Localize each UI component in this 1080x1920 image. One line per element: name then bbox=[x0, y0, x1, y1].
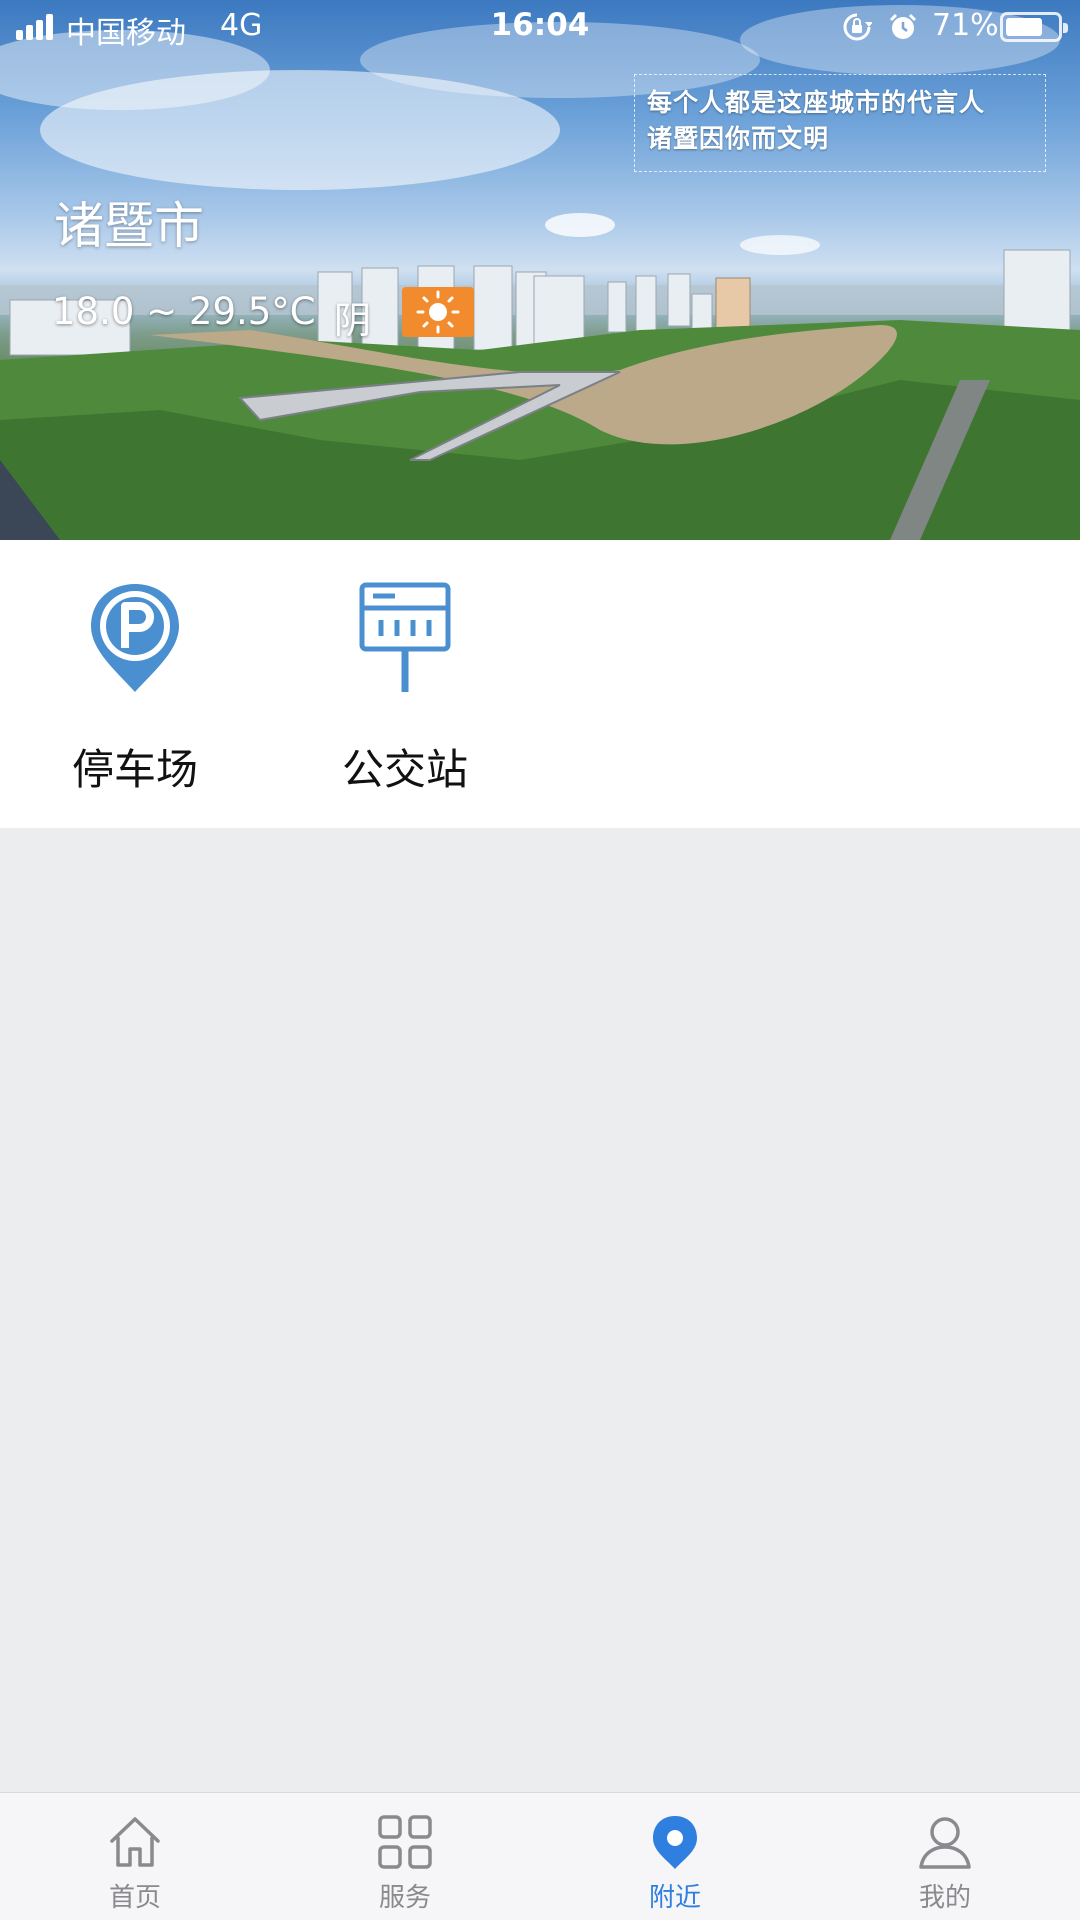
temperature-range: 18.0 ~ 29.5°C bbox=[52, 290, 316, 333]
service-bus-stop[interactable]: 公交站 bbox=[270, 540, 540, 828]
status-bar: 中国移动 4G 16:04 71% bbox=[0, 0, 1080, 54]
service-label: 公交站 bbox=[341, 745, 468, 794]
clock: 16:04 bbox=[490, 7, 590, 43]
grid-icon bbox=[378, 1815, 432, 1869]
alarm-icon bbox=[889, 13, 917, 39]
location-pin-icon bbox=[653, 1816, 697, 1869]
battery-icon bbox=[1000, 12, 1068, 42]
tab-services[interactable]: 服务 bbox=[270, 1793, 540, 1920]
service-label: 停车场 bbox=[71, 745, 198, 794]
battery-percent: 71% bbox=[932, 8, 999, 43]
city-name[interactable]: 诸暨市 bbox=[54, 186, 204, 258]
home-icon bbox=[110, 1817, 160, 1867]
nearby-services-panel: 停车场 公交站 bbox=[0, 540, 1080, 828]
bottom-tab-bar: 首页 服务 附近 我的 bbox=[0, 1792, 1080, 1920]
rotation-lock-icon bbox=[843, 13, 872, 41]
sun-icon bbox=[402, 287, 474, 337]
hero-banner: 中国移动 4G 16:04 71% 每个人都是这座城市的代言人 诸暨因你而文明 … bbox=[0, 0, 1080, 540]
battery-fill bbox=[1006, 18, 1042, 36]
tab-label: 我的 bbox=[918, 1883, 971, 1913]
parking-pin-icon bbox=[91, 584, 179, 692]
user-icon bbox=[919, 1817, 971, 1869]
slogan-line-2: 诸暨因你而文明 bbox=[647, 124, 830, 153]
tab-home[interactable]: 首页 bbox=[0, 1793, 270, 1920]
tab-label: 附近 bbox=[648, 1883, 701, 1913]
tab-label: 首页 bbox=[108, 1883, 161, 1913]
slogan-line-1: 每个人都是这座城市的代言人 bbox=[647, 88, 986, 117]
weather-condition: 阴 bbox=[334, 299, 371, 342]
tab-nearby[interactable]: 附近 bbox=[540, 1793, 810, 1920]
bus-stop-icon bbox=[359, 582, 451, 692]
tab-mine[interactable]: 我的 bbox=[810, 1793, 1080, 1920]
tab-label: 服务 bbox=[378, 1883, 431, 1913]
service-parking[interactable]: 停车场 bbox=[0, 540, 270, 828]
slogan-box: 每个人都是这座城市的代言人 诸暨因你而文明 bbox=[634, 74, 1046, 172]
